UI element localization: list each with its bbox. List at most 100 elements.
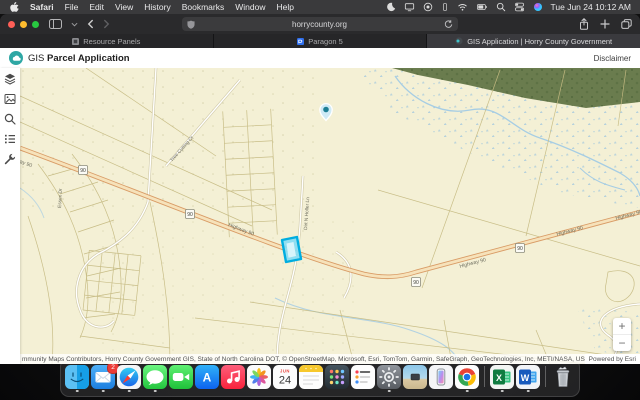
back-button-icon[interactable] (87, 19, 94, 29)
wifi-icon[interactable] (457, 2, 468, 12)
menu-help[interactable]: Help (276, 2, 293, 12)
device-icon[interactable] (441, 2, 449, 12)
map-container: Highway 90 Highway 90 Highway 90 Highway… (20, 68, 640, 364)
dock-trash[interactable] (551, 365, 575, 389)
svg-text:JUN: JUN (280, 368, 290, 373)
safari-window: horrycounty.org (0, 14, 640, 364)
zoom-window-button[interactable] (32, 21, 39, 28)
selected-parcel-highlight[interactable] (282, 237, 301, 262)
display-icon[interactable] (404, 2, 415, 12)
calendar-icon: JUN 24 (273, 365, 297, 389)
spotlight-search-icon[interactable] (496, 2, 506, 12)
safari-toolbar: horrycounty.org (0, 14, 640, 34)
safari-icon (117, 365, 141, 389)
menu-edit[interactable]: Edit (89, 2, 104, 12)
screen-record-icon[interactable] (423, 2, 433, 12)
shield-90: 90 (517, 246, 523, 252)
running-indicator (501, 390, 504, 393)
map-attribution-bar: mmunity Maps Contributors, Horry County … (20, 354, 640, 364)
iphone-mirroring-icon (429, 365, 453, 389)
tools-wrench-icon[interactable] (4, 153, 16, 165)
menu-view[interactable]: View (115, 2, 133, 12)
dock-launchpad[interactable] (325, 365, 349, 389)
running-indicator (128, 390, 131, 393)
dock-mail[interactable]: 2 (91, 365, 115, 389)
menu-clock[interactable]: Tue Jun 24 10:12 AM (551, 2, 632, 12)
sidebar-toggle-icon[interactable] (49, 19, 62, 29)
battery-icon[interactable] (476, 2, 488, 12)
new-tab-plus-icon[interactable] (600, 19, 610, 29)
apple-menu-icon[interactable] (9, 1, 19, 13)
disclaimer-link[interactable]: Disclaimer (594, 54, 631, 63)
menu-file[interactable]: File (65, 2, 79, 12)
tab-overview-icon[interactable] (621, 19, 632, 29)
control-center-icon[interactable] (514, 2, 525, 12)
legend-list-icon[interactable] (4, 133, 16, 145)
dock-excel[interactable]: X (490, 365, 514, 389)
zoom-in-button[interactable]: + (613, 318, 631, 334)
map-canvas[interactable]: Highway 90 Highway 90 Highway 90 Highway… (20, 68, 640, 364)
dock-divider (484, 366, 485, 387)
tab-favicon (72, 38, 79, 45)
running-indicator (388, 390, 391, 393)
tab-favicon (455, 37, 463, 45)
app-store-icon: A (195, 365, 219, 389)
page-title-main: Parcel Application (47, 53, 130, 64)
window-controls (8, 21, 39, 28)
dock-iphone-mirroring[interactable] (429, 365, 453, 389)
tab-favicon (297, 38, 304, 45)
tab-gis-application[interactable]: GIS Application | Horry County Governmen… (427, 34, 640, 48)
menu-history[interactable]: History (144, 2, 170, 12)
tab-label: GIS Application | Horry County Governmen… (467, 37, 612, 46)
finder-icon (65, 365, 89, 389)
dock-chrome[interactable] (455, 365, 479, 389)
tab-resource-panels[interactable]: Resource Panels (0, 34, 214, 48)
dock-music[interactable] (221, 365, 245, 389)
svg-text:W: W (521, 373, 530, 383)
svg-text:A: A (203, 370, 212, 384)
dock-reminders[interactable] (351, 365, 375, 389)
menu-window[interactable]: Window (235, 2, 265, 12)
dock-photo-booth[interactable] (403, 365, 427, 389)
messages-icon (143, 365, 167, 389)
dock-notes[interactable] (299, 365, 323, 389)
dock-messages[interactable] (143, 365, 167, 389)
share-icon[interactable] (579, 18, 589, 30)
tab-paragon-5[interactable]: Paragon 5 (214, 34, 428, 48)
forward-button-icon[interactable] (103, 19, 110, 29)
dock-safari[interactable] (117, 365, 141, 389)
minimize-window-button[interactable] (20, 21, 27, 28)
close-window-button[interactable] (8, 21, 15, 28)
sidebar-chevron-icon[interactable] (71, 22, 78, 27)
privacy-shield-icon[interactable] (187, 20, 195, 29)
dock-calendar[interactable]: JUN 24 (273, 365, 297, 389)
layers-icon[interactable] (4, 73, 16, 85)
running-indicator (154, 390, 157, 393)
photos-icon (247, 365, 271, 389)
shield-90: 90 (187, 212, 193, 218)
address-url[interactable]: horrycounty.org (195, 20, 444, 29)
shield-90: 90 (80, 168, 86, 174)
running-indicator (466, 390, 469, 393)
menu-safari[interactable]: Safari (30, 2, 54, 12)
dock-facetime[interactable] (169, 365, 193, 389)
address-bar[interactable]: horrycounty.org (182, 17, 458, 31)
search-icon[interactable] (4, 113, 16, 125)
music-icon (221, 365, 245, 389)
dock-app-store[interactable]: A (195, 365, 219, 389)
zoom-out-button[interactable]: − (613, 334, 631, 351)
dock-finder[interactable] (65, 365, 89, 389)
dock-word[interactable]: W (516, 365, 540, 389)
menu-bookmarks[interactable]: Bookmarks (182, 2, 225, 12)
dock-photos[interactable] (247, 365, 271, 389)
street-label-essex: Essex Dr (57, 188, 64, 208)
siri-icon[interactable] (533, 2, 543, 12)
focus-moon-icon[interactable] (386, 2, 396, 12)
dock-divider (545, 366, 546, 387)
svg-text:X: X (496, 373, 502, 383)
basemap-image-icon[interactable] (4, 93, 16, 105)
gis-page: GIS Parcel Application Disclaimer (0, 48, 640, 364)
screen: Safari File Edit View History Bookmarks … (0, 0, 640, 400)
dock-system-settings[interactable] (377, 365, 401, 389)
reload-icon[interactable] (444, 19, 453, 29)
